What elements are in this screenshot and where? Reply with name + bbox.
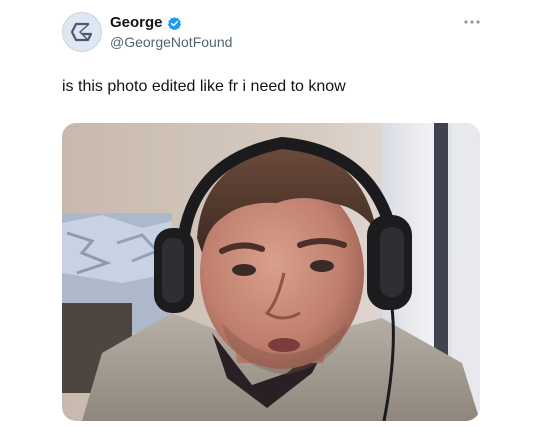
tweet-header: George @GeorgeNotFound: [62, 12, 482, 52]
display-name[interactable]: George: [110, 14, 163, 32]
name-row: George: [110, 14, 182, 32]
verified-badge-icon: [167, 16, 181, 30]
more-options-icon[interactable]: [462, 16, 482, 28]
stylized-g-logo-icon: [70, 22, 93, 42]
user-handle[interactable]: @GeorgeNotFound: [110, 33, 232, 51]
tweet-photo[interactable]: [62, 123, 480, 421]
tweet-text: is this photo edited like fr i need to k…: [62, 78, 346, 95]
avatar[interactable]: [62, 12, 102, 52]
headphones-webcam-photo: [62, 123, 480, 421]
